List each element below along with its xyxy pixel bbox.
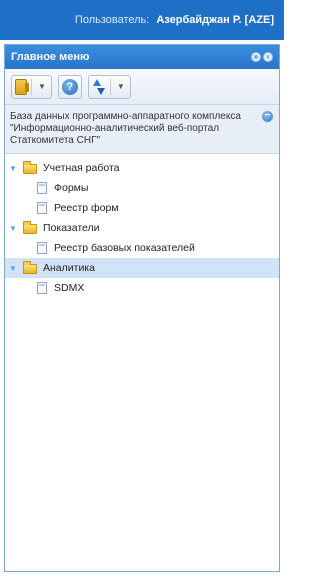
panel-header: Главное меню » ‹: [5, 45, 279, 69]
menu-tree: ▼ Учетная работа Формы Реестр форм ▼ Показате…: [5, 154, 279, 298]
expand-arrow-icon[interactable]: ▼: [9, 164, 17, 173]
top-bar: Пользователь: Азербайджан Р. [AZE]: [0, 0, 284, 40]
panel-header-tools: » ‹: [251, 52, 273, 62]
tree-group-label: Аналитика: [43, 262, 95, 274]
sort-icon: [92, 78, 106, 95]
help-button[interactable]: ?: [57, 74, 82, 99]
tree-group[interactable]: ▼ Аналитика: [5, 258, 279, 278]
collapse-icon[interactable]: ‹: [263, 52, 273, 62]
database-info-text: База данных программно-аппаратного компл…: [10, 111, 241, 146]
tree-leaf[interactable]: Реестр форм: [5, 198, 279, 218]
button-divider: [31, 78, 32, 95]
tree-leaf-label: SDMX: [54, 282, 85, 294]
document-icon: [37, 242, 47, 254]
folder-icon: [23, 221, 37, 234]
sort-menu-button[interactable]: ▼: [87, 74, 131, 99]
user-name[interactable]: Азербайджан Р. [AZE]: [156, 14, 274, 26]
document-icon: [37, 282, 47, 294]
database-icon: [15, 78, 29, 95]
tree-leaf[interactable]: SDMX: [5, 278, 279, 298]
tree-leaf-label: Реестр базовых показателей: [54, 242, 195, 254]
tree-leaf[interactable]: Реестр базовых показателей: [5, 238, 279, 258]
document-icon: [37, 182, 47, 194]
double-chevron-icon[interactable]: »: [251, 52, 261, 62]
tree-group[interactable]: ▼ Показатели: [5, 218, 279, 238]
chevron-down-icon[interactable]: ▼: [115, 82, 127, 91]
tree-leaf-label: Формы: [54, 182, 89, 194]
tree-group-label: Показатели: [43, 222, 100, 234]
button-divider: [109, 78, 111, 95]
tree-leaf[interactable]: Формы: [5, 178, 279, 198]
database-menu-button[interactable]: ▼: [11, 74, 52, 99]
expand-arrow-icon[interactable]: ▼: [9, 224, 17, 233]
folder-icon: [23, 161, 37, 174]
panel-title: Главное меню: [11, 51, 90, 63]
collapse-info-icon[interactable]: −: [262, 111, 273, 122]
chevron-down-icon[interactable]: ▼: [36, 82, 48, 91]
tree-group[interactable]: ▼ Учетная работа: [5, 158, 279, 178]
folder-icon: [23, 261, 37, 274]
user-label: Пользователь:: [74, 14, 150, 26]
document-icon: [37, 202, 47, 214]
main-menu-panel: Главное меню » ‹ ▼ ? ▼ База данных прогр…: [4, 44, 280, 572]
expand-arrow-icon[interactable]: ▼: [9, 264, 17, 273]
toolbar: ▼ ? ▼: [5, 69, 279, 105]
tree-group-label: Учетная работа: [43, 162, 120, 174]
help-icon: ?: [61, 78, 78, 95]
tree-leaf-label: Реестр форм: [54, 202, 119, 214]
database-info: База данных программно-аппаратного компл…: [5, 105, 279, 154]
